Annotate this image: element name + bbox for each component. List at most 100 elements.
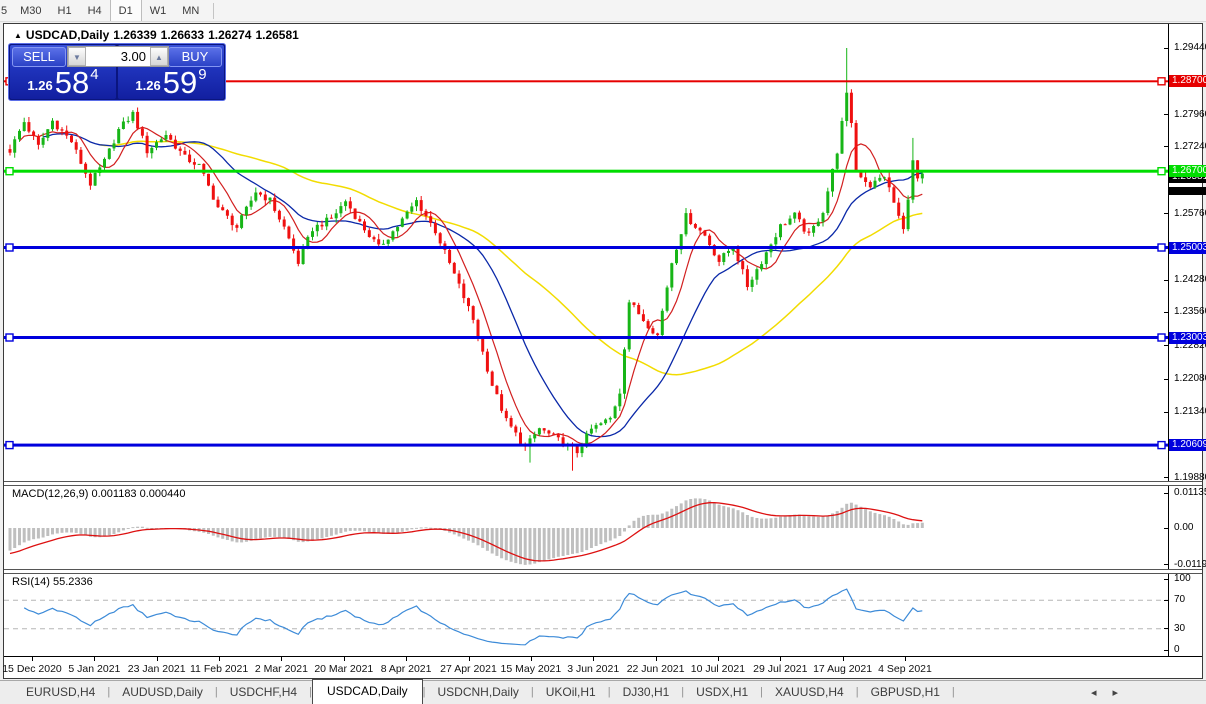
tab-usdchf-h4[interactable]: USDCHF,H4	[218, 681, 309, 704]
date-axis-tick	[343, 657, 345, 661]
price-axis-tick	[1164, 213, 1169, 214]
date-axis-tick	[94, 657, 96, 661]
price-axis[interactable]: 1.29440 1.27960 1.27240 1.25760 1.24280 1.235…	[4, 24, 1206, 656]
rsi-axis-tick	[1164, 578, 1169, 580]
volume-increase-button[interactable]: ▲	[150, 47, 168, 66]
buy-price: 1.26 59 9	[118, 64, 224, 98]
chart-title: ▲ USDCAD,Daily 1.26339 1.26633 1.26274 1.2658…	[14, 28, 303, 42]
rsi-value: 55.2336	[52, 576, 93, 588]
date-axis-tick	[593, 657, 595, 661]
ohlc-close: 1.26581	[255, 28, 299, 42]
date-axis-label: 17 Aug 2021	[813, 663, 873, 675]
date-axis-label: 10 Jul 2021	[690, 663, 746, 675]
date-axis-label: 22 Jun 2021	[626, 663, 685, 675]
date-axis-label: 27 Apr 2021	[440, 663, 497, 675]
one-click-trading-panel: SELL 1.26 58 4 BUY 1.26 59 9 ▼ ▲	[8, 43, 226, 101]
tab-dj30-h1[interactable]: DJ30,H1	[611, 681, 682, 704]
tab-separator: |	[951, 686, 955, 698]
rsi-axis-label: 100	[1174, 573, 1191, 584]
macd-axis-label: 0.00	[1174, 522, 1194, 533]
timeframe-toolbar: 5 M30 H1 H4 D1 W1 MN	[0, 0, 1206, 22]
price-tag-1.28700: 1.28700	[1169, 75, 1206, 88]
macd-axis-label: 0.01135	[1174, 487, 1206, 498]
date-axis-label: 4 Sep 2021	[878, 663, 932, 675]
ohlc-open: 1.26339	[113, 28, 157, 42]
price-axis-label: 1.21340	[1174, 406, 1206, 418]
volume-spinner: ▼ ▲	[67, 46, 169, 67]
tab-scroll-right-icon[interactable]: ▸	[1112, 686, 1118, 699]
date-axis-label: 8 Apr 2021	[380, 663, 432, 675]
ohlc-high: 1.26633	[160, 28, 205, 42]
price-axis-tick	[1164, 47, 1169, 49]
date-axis-label: 2 Mar 2021	[254, 663, 308, 675]
date-axis-tick	[842, 657, 844, 661]
price-axis-tick	[1164, 378, 1169, 380]
price-axis-label: 1.29440	[1174, 42, 1206, 53]
date-axis-label: 15 May 2021	[500, 663, 562, 675]
sell-price-prefix: 1.26	[27, 78, 53, 93]
date-axis-label: 23 Jan 2021	[127, 663, 186, 675]
date-axis-tick	[717, 657, 719, 661]
timeframe-button-w1[interactable]: W1	[142, 0, 175, 21]
price-axis-label: 1.24280	[1174, 274, 1206, 285]
macd-values: 0.001183 0.000440	[91, 488, 186, 500]
timeframe-button-h4[interactable]: H4	[80, 0, 110, 21]
price-tag-1.25003: 1.25003	[1169, 241, 1206, 254]
date-axis-tick	[468, 657, 470, 661]
pane-separator[interactable]	[4, 481, 1202, 486]
price-tag-1.26700: 1.26700	[1169, 165, 1206, 178]
chart-marker-icon: ▲	[14, 31, 22, 40]
pane-separator[interactable]	[4, 569, 1202, 574]
price-axis-tick	[1164, 477, 1169, 479]
buy-price-prefix: 1.26	[135, 78, 161, 93]
price-axis-tick	[1164, 311, 1169, 313]
tab-gbpusd-h1[interactable]: GBPUSD,H1	[859, 681, 952, 704]
tab-usdcad-daily[interactable]: USDCAD,Daily	[311, 679, 423, 704]
macd-label: MACD(12,26,9) 0.001183 0.000440	[12, 488, 185, 500]
rsi-label: RSI(14) 55.2336	[12, 576, 93, 588]
tab-xauusd-h4[interactable]: XAUUSD,H4	[763, 681, 856, 704]
rsi-axis-label: 30	[1174, 622, 1186, 634]
sell-price-pip: 4	[90, 66, 99, 83]
volume-decrease-button[interactable]: ▼	[68, 47, 86, 66]
date-axis-label: 29 Jul 2021	[753, 663, 808, 675]
chart-tab-bar: EURUSD,H4 | AUDUSD,Daily | USDCHF,H4 | USDCAD,…	[0, 679, 1206, 704]
tab-usdcnh-daily[interactable]: USDCNH,Daily	[426, 681, 531, 704]
price-axis-label: 1.25760	[1174, 207, 1206, 219]
timeframe-button-5[interactable]: 5	[0, 0, 12, 21]
timeframe-button-mn[interactable]: MN	[174, 0, 207, 21]
timeframe-button-h1[interactable]: H1	[50, 0, 80, 21]
date-axis-label: 5 Jan 2021	[68, 663, 121, 675]
tab-ukoil-h1[interactable]: UKOil,H1	[534, 681, 608, 704]
macd-axis-tick	[1164, 492, 1169, 494]
tab-eurusd-h4[interactable]: EURUSD,H4	[14, 681, 107, 704]
price-axis-tick	[1164, 279, 1169, 281]
rsi-axis-tick	[1164, 628, 1169, 630]
chart-tabs: EURUSD,H4 | AUDUSD,Daily | USDCHF,H4 | USDCAD,…	[0, 679, 1206, 704]
sell-price: 1.26 58 4	[10, 64, 116, 98]
tab-audusd-daily[interactable]: AUDUSD,Daily	[110, 681, 215, 704]
date-axis-tick	[780, 657, 782, 661]
rsi-axis-tick	[1164, 649, 1169, 651]
price-axis-tick	[1164, 146, 1169, 148]
timeframe-button-m30[interactable]: M30	[12, 0, 49, 21]
toolbar-separator	[213, 2, 215, 19]
date-axis-label: 15 Dec 2020	[2, 663, 62, 675]
timeframe-button-d1[interactable]: D1	[109, 0, 142, 21]
tab-scroll-left-icon[interactable]: ◂	[1091, 686, 1097, 699]
chart-window: 15 Dec 2020 5 Jan 2021 23 Jan 2021 11 Feb 2…	[2, 23, 1206, 679]
macd-axis-tick	[1164, 527, 1169, 529]
sell-price-big: 58	[54, 65, 90, 100]
volume-input[interactable]	[86, 47, 150, 66]
price-axis-tick	[1164, 411, 1169, 413]
date-axis[interactable]: 15 Dec 2020 5 Jan 2021 23 Jan 2021 11 Feb 2…	[2, 656, 1202, 678]
price-tag-current-sliver	[1169, 186, 1206, 195]
tab-usdx-h1[interactable]: USDX,H1	[684, 681, 760, 704]
date-axis-tick	[32, 657, 33, 661]
date-axis-tick	[156, 657, 158, 661]
buy-price-big: 59	[162, 65, 198, 100]
price-axis-label: 1.27240	[1174, 140, 1206, 152]
price-axis-label: 1.22080	[1174, 373, 1206, 384]
price-axis-tick	[1164, 345, 1169, 347]
chart-symbol-period: USDCAD,Daily	[25, 28, 110, 42]
